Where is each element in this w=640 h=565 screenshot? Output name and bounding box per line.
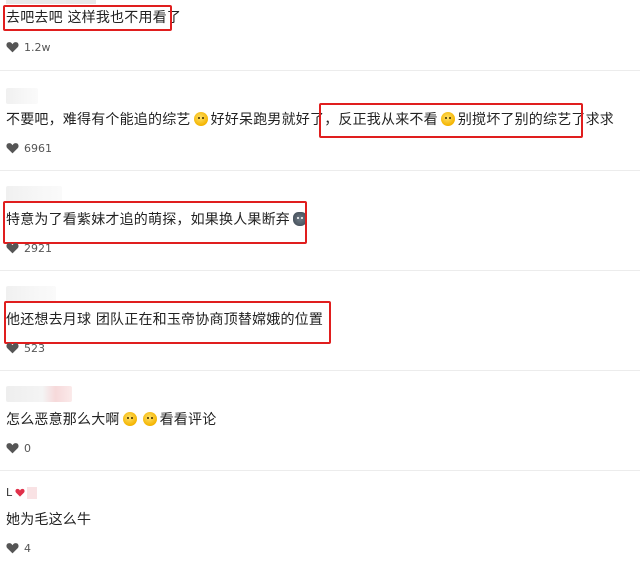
highlight-box — [3, 5, 172, 31]
like-count: 0 — [24, 441, 31, 455]
like-button[interactable]: 2921 — [6, 240, 52, 256]
heart-icon — [6, 543, 19, 554]
like-button[interactable]: 0 — [6, 440, 31, 456]
like-button[interactable]: 1.2w — [6, 39, 51, 55]
username-blurred — [27, 486, 38, 499]
username-blurred — [6, 186, 62, 202]
red-heart-icon — [15, 488, 25, 497]
like-count: 2921 — [24, 241, 52, 255]
divider — [0, 270, 640, 271]
like-button[interactable]: 523 — [6, 340, 45, 356]
heart-icon — [6, 143, 19, 154]
highlight-box — [319, 103, 583, 138]
username-blurred — [6, 286, 56, 302]
divider — [0, 470, 640, 471]
comment-text: 怎么恶意那么大啊 看看评论 — [6, 412, 217, 428]
username: L — [6, 486, 38, 499]
divider — [0, 170, 640, 171]
laughing-tears-emoji-icon — [142, 412, 157, 426]
highlight-box — [3, 201, 307, 244]
username-blurred — [6, 88, 38, 104]
username-blurred — [6, 386, 72, 402]
like-count: 523 — [24, 341, 45, 355]
previous-row-remnant — [6, 0, 96, 4]
like-count: 4 — [24, 541, 31, 555]
heart-icon — [6, 243, 19, 254]
heart-icon — [6, 443, 19, 454]
like-button[interactable]: 6961 — [6, 140, 52, 156]
like-count: 1.2w — [24, 40, 51, 54]
divider — [0, 370, 640, 371]
comment-text: 她为毛这么牛 — [6, 512, 92, 528]
divider — [0, 70, 640, 71]
laughing-tears-emoji-icon — [122, 412, 137, 426]
highlight-box — [4, 301, 331, 344]
heart-icon — [6, 343, 19, 354]
grinning-emoji-icon — [193, 112, 208, 126]
like-count: 6961 — [24, 141, 52, 155]
like-button[interactable]: 4 — [6, 540, 31, 556]
heart-icon — [6, 42, 19, 53]
